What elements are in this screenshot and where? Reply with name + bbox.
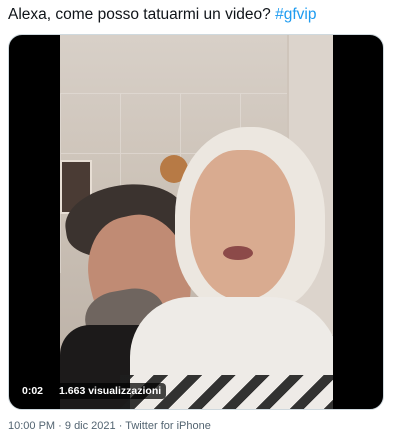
video-timestamp: 0:02 xyxy=(17,383,49,399)
tweet-body: Alexa, come posso tatuarmi un video? xyxy=(8,6,271,23)
tweet-source[interactable]: Twitter for iPhone xyxy=(125,420,211,432)
woman-face xyxy=(190,150,295,300)
tweet-date[interactable]: 9 dic 2021 xyxy=(65,420,116,432)
meta-separator: · xyxy=(118,420,123,432)
tweet-meta: 10:00 PM · 9 dic 2021 · Twitter for iPho… xyxy=(8,420,211,432)
video-overlay: 0:02 1.663 visualizzazioni xyxy=(17,383,167,399)
tweet-text: Alexa, come posso tatuarmi un video? #gf… xyxy=(8,4,398,26)
video-frame xyxy=(60,35,333,409)
meta-separator: · xyxy=(58,420,62,432)
tweet-time[interactable]: 10:00 PM xyxy=(8,420,55,432)
video-views: 1.663 visualizzazioni xyxy=(54,383,167,399)
video-player[interactable]: 0:02 1.663 visualizzazioni xyxy=(8,34,384,410)
woman-mouth xyxy=(223,246,253,260)
hashtag-link[interactable]: #gfvip xyxy=(275,6,316,23)
